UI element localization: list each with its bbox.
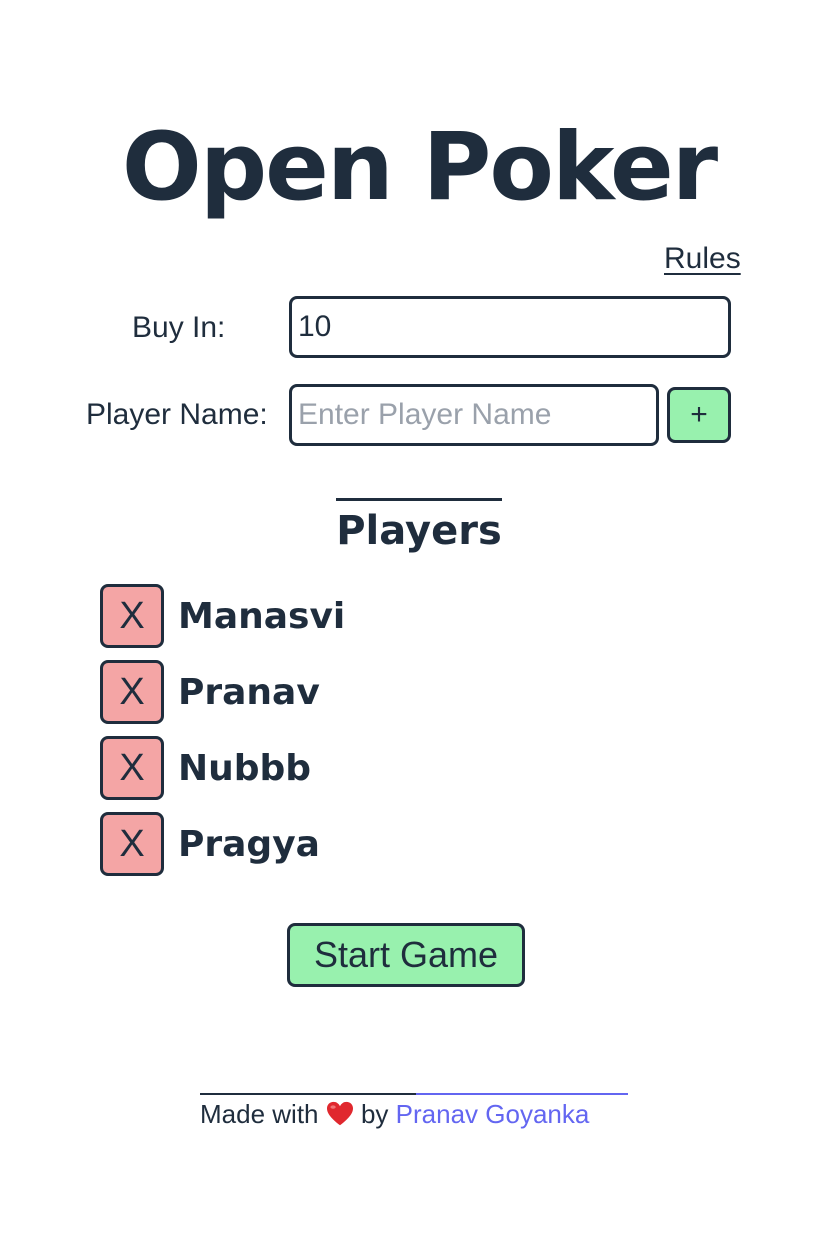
add-player-button[interactable]: + <box>667 387 731 443</box>
player-name-input[interactable] <box>289 384 659 446</box>
heart-icon <box>326 1101 353 1126</box>
player-name: Pragya <box>178 823 320 865</box>
rules-link[interactable]: Rules <box>664 242 741 276</box>
player-name-label: Player Name: <box>86 398 268 431</box>
players-section-heading: Players <box>0 498 838 555</box>
player-name: Pranav <box>178 671 320 713</box>
remove-player-button[interactable]: X <box>100 584 164 648</box>
by-text: by <box>360 1099 389 1129</box>
app-title: Open Poker <box>121 113 718 222</box>
buy-in-input[interactable] <box>289 296 731 358</box>
player-row: X Nubbb <box>100 730 345 806</box>
player-row: X Pranav <box>100 654 345 730</box>
remove-player-button[interactable]: X <box>100 660 164 724</box>
made-with-text: Made with <box>200 1099 319 1129</box>
players-heading: Players <box>336 498 502 555</box>
footer-divider <box>200 1093 416 1095</box>
player-name: Nubbb <box>178 747 312 789</box>
player-row: X Manasvi <box>100 578 345 654</box>
remove-player-button[interactable]: X <box>100 736 164 800</box>
footer: Made with by Pranav Goyanka <box>200 1093 628 1129</box>
buy-in-label: Buy In: <box>132 311 226 344</box>
player-row: X Pragya <box>100 806 345 882</box>
remove-player-button[interactable]: X <box>100 812 164 876</box>
author-link[interactable]: Pranav Goyanka <box>396 1099 590 1129</box>
start-game-button[interactable]: Start Game <box>287 923 525 987</box>
player-list: X Manasvi X Pranav X Nubbb X Pragya <box>100 578 345 882</box>
player-name: Manasvi <box>178 595 346 637</box>
footer-link-divider <box>416 1093 628 1095</box>
